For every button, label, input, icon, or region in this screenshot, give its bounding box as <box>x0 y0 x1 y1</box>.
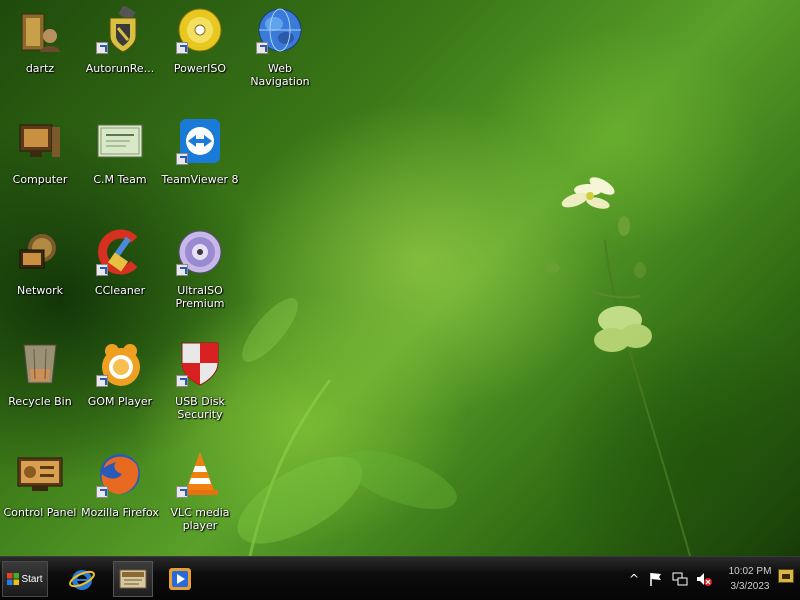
desktop-icon-label: TeamViewer 8 <box>161 173 239 186</box>
recycle-bin-icon <box>16 339 64 387</box>
vlc-cone-icon <box>176 450 224 498</box>
shortcut-arrow-icon <box>176 264 188 276</box>
show-desktop-button[interactable] <box>778 569 794 583</box>
desktop-icon-dartz[interactable]: dartz <box>0 0 80 104</box>
desktop-icon-label: C.M Team <box>93 173 147 186</box>
certificate-icon <box>96 117 144 165</box>
desktop-icon-label: dartz <box>25 62 55 75</box>
shortcut-arrow-icon <box>96 42 108 54</box>
taskbar: Start ^ 10:02 PM 3/3/2023 <box>0 556 800 600</box>
shortcut-arrow-icon <box>176 375 188 387</box>
shortcut-arrow-icon <box>96 264 108 276</box>
desktop-icon-firefox[interactable]: Mozilla Firefox <box>80 444 160 548</box>
ccleaner-icon <box>96 228 144 276</box>
desktop-icon-ultraiso[interactable]: UltraISO Premium <box>160 222 240 326</box>
desktop-icon-label: Computer <box>12 173 68 186</box>
desktop-icon-ccleaner[interactable]: CCleaner <box>80 222 160 326</box>
user-folder-icon <box>16 6 64 54</box>
chevron-up-icon[interactable]: ^ <box>626 571 642 587</box>
shortcut-arrow-icon <box>176 42 188 54</box>
desktop-icon-label: Web Navigation <box>250 62 310 88</box>
network-icon <box>16 228 64 276</box>
poweriso-disc-icon <box>176 6 224 54</box>
shortcut-arrow-icon <box>256 42 268 54</box>
desktop-icon-computer[interactable]: Computer <box>0 111 80 215</box>
desktop-icon-cm-team[interactable]: C.M Team <box>80 111 160 215</box>
shortcut-arrow-icon <box>96 486 108 498</box>
usb-shield-icon <box>96 6 144 54</box>
computer-icon <box>16 117 64 165</box>
taskbar-media-player-button[interactable] <box>160 561 200 597</box>
desktop-icon-network[interactable]: Network <box>0 222 80 326</box>
firefox-icon <box>96 450 144 498</box>
start-button[interactable]: Start <box>2 561 48 597</box>
taskbar-internet-explorer-button[interactable] <box>62 561 102 597</box>
desktop[interactable]: dartz Computer Network Recycle Bin Contr… <box>0 0 800 556</box>
certificate-window-icon <box>119 569 147 589</box>
shortcut-arrow-icon <box>96 375 108 387</box>
shortcut-arrow-icon <box>176 153 188 165</box>
clock-date: 3/3/2023 <box>730 581 770 592</box>
desktop-icon-label: USB Disk Security <box>175 395 225 421</box>
desktop-icon-poweriso[interactable]: PowerISO <box>160 0 240 104</box>
desktop-icon-web-navigation[interactable]: Web Navigation <box>240 0 320 104</box>
desktop-icon-gom-player[interactable]: GOM Player <box>80 333 160 437</box>
clock-time: 10:02 PM <box>728 566 772 577</box>
control-panel-icon <box>16 450 64 498</box>
desktop-icon-label: VLC media player <box>170 506 230 532</box>
taskbar-clock[interactable]: 10:02 PM 3/3/2023 <box>722 564 778 594</box>
desktop-icon-label: Recycle Bin <box>8 395 72 408</box>
shortcut-arrow-icon <box>176 486 188 498</box>
volume-muted-icon[interactable] <box>696 571 712 587</box>
desktop-icon-usb-disk-security[interactable]: USB Disk Security <box>160 333 240 437</box>
gom-player-icon <box>96 339 144 387</box>
flag-icon[interactable] <box>648 571 664 587</box>
globe-icon <box>256 6 304 54</box>
internet-explorer-icon <box>69 570 95 590</box>
media-player-icon <box>169 568 191 590</box>
desktop-icon-label: Mozilla Firefox <box>81 506 159 519</box>
desktop-icon-teamviewer[interactable]: TeamViewer 8 <box>160 111 240 215</box>
ultraiso-disc-icon <box>176 228 224 276</box>
desktop-icon-label: GOM Player <box>87 395 153 408</box>
desktop-icon-label: UltraISO Premium <box>175 284 225 310</box>
desktop-icon-label: AutorunRe... <box>85 62 155 75</box>
desktop-icon-label: Control Panel <box>3 506 77 519</box>
teamviewer-icon <box>176 117 224 165</box>
desktop-icon-recycle-bin[interactable]: Recycle Bin <box>0 333 80 437</box>
start-label: Start <box>21 573 43 585</box>
desktop-icon-vlc[interactable]: VLC media player <box>160 444 240 548</box>
desktop-icon-control-panel[interactable]: Control Panel <box>0 444 80 548</box>
taskbar-cm-team-button[interactable] <box>113 561 153 597</box>
windows-logo-icon <box>7 573 20 585</box>
network-tray-icon[interactable] <box>672 571 688 587</box>
desktop-icon-label: PowerISO <box>173 62 227 75</box>
desktop-icon-label: Network <box>17 284 63 297</box>
desktop-icon-label: CCleaner <box>94 284 146 297</box>
usb-disk-security-icon <box>176 339 224 387</box>
desktop-icon-autorunremover[interactable]: AutorunRe... <box>80 0 160 104</box>
